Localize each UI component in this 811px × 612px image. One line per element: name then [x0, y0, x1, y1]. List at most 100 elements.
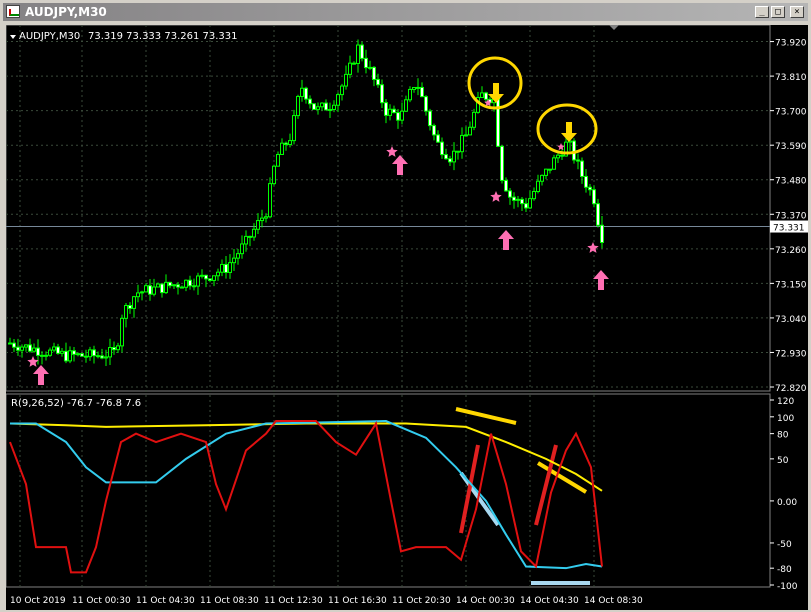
candle-body: [208, 278, 212, 281]
candle-body: [416, 86, 420, 89]
close-button[interactable]: ×: [790, 6, 804, 18]
candle-body: [36, 347, 40, 356]
slow-line: [9, 422, 603, 492]
candle-body: [528, 198, 532, 209]
chart-area[interactable]: 73.920 73.810 73.700 73.590 73.480 73.370 73.2…: [6, 25, 808, 610]
candle-body: [56, 346, 60, 354]
candle-body: [188, 279, 192, 287]
up-arrow-icon: [498, 230, 514, 250]
candle-body: [464, 134, 468, 137]
candle-body: [456, 150, 460, 153]
candle-body: [576, 159, 580, 162]
candle-body: [12, 342, 16, 348]
candle-body: [80, 353, 84, 357]
candle-body: [148, 285, 152, 295]
price-label: 73.700: [775, 108, 807, 118]
candle-body: [32, 347, 36, 352]
candle-body: [256, 220, 260, 230]
candle-body: [116, 345, 120, 351]
candle-body: [72, 350, 76, 355]
candle-body: [536, 180, 540, 193]
candle-body: [344, 73, 348, 87]
candle-body: [252, 228, 256, 238]
candle-body: [68, 350, 72, 362]
candle-body: [580, 160, 584, 177]
price-label: 72.930: [775, 349, 807, 359]
candle-body: [272, 165, 276, 185]
title-bar[interactable]: AUDJPY,M30 _ □ ×: [3, 3, 808, 21]
up-arrow-icon: [593, 270, 609, 290]
mid-line: [10, 420, 603, 570]
candle-body: [320, 102, 324, 108]
indicator-header: R(9,26,52) -76.7 -76.8 7.6: [11, 398, 141, 409]
candle-body: [92, 349, 96, 357]
osc-label: -80: [777, 565, 792, 575]
star-icon: [557, 143, 565, 151]
candle-body: [196, 275, 200, 287]
candle-body: [144, 285, 148, 293]
candle-body: [216, 271, 220, 277]
time-label: 14 Oct 00:30: [456, 596, 515, 606]
candle-body: [336, 94, 340, 106]
dropdown-triangle-icon[interactable]: [10, 35, 16, 39]
candle-body: [424, 96, 428, 112]
candle-body: [584, 175, 588, 188]
time-label: 11 Oct 08:30: [200, 596, 259, 606]
price-label: 73.590: [775, 142, 807, 152]
maximize-button[interactable]: □: [771, 6, 785, 18]
candle-body: [204, 274, 208, 280]
candle-body: [296, 95, 300, 117]
candle-body: [328, 108, 332, 111]
candle-body: [100, 355, 104, 359]
candle-body: [516, 198, 520, 201]
candle-body: [508, 190, 512, 198]
candle-body: [140, 291, 144, 294]
price-label: 73.150: [775, 280, 807, 290]
shift-marker-icon[interactable]: [609, 25, 619, 30]
candle-body: [388, 108, 392, 116]
candle-body: [156, 283, 160, 288]
candle-body: [284, 142, 288, 145]
price-label: 73.260: [775, 246, 807, 256]
candle-body: [540, 174, 544, 182]
candle-body: [244, 235, 248, 245]
candle-body: [96, 355, 100, 358]
candle-body: [368, 66, 372, 69]
candle-body: [436, 134, 440, 143]
annotation-line: [455, 407, 517, 425]
candle-body: [160, 283, 164, 294]
candle-body: [52, 346, 56, 351]
candle-body: [556, 154, 560, 159]
candle-body: [136, 292, 140, 298]
candle-body: [84, 355, 88, 358]
candle-body: [232, 257, 236, 264]
oscillator-lines: [9, 420, 603, 574]
up-arrow-icon: [392, 155, 408, 175]
chart-window: AUDJPY,M30 _ □ × 73.920 73.810 73.700 73.59…: [0, 0, 811, 612]
minimize-button[interactable]: _: [755, 6, 769, 18]
candle-body: [364, 57, 368, 69]
candle-body: [8, 342, 12, 345]
time-label: 11 Oct 04:30: [136, 596, 195, 606]
chart-canvas[interactable]: 73.920 73.810 73.700 73.590 73.480 73.370 73.2…: [6, 25, 808, 610]
candle-body: [404, 99, 408, 112]
candle-body: [380, 84, 384, 104]
candle-body: [20, 346, 24, 351]
candle-body: [360, 44, 364, 59]
candle-body: [108, 347, 112, 358]
candle-body: [124, 305, 128, 319]
time-label: 11 Oct 12:30: [264, 596, 323, 606]
down-arrow-icon: [561, 122, 577, 142]
candle-body: [420, 86, 424, 98]
candle-body: [64, 350, 68, 362]
price-label: 73.920: [775, 39, 807, 49]
price-label: 73.040: [775, 315, 807, 325]
candle-body: [532, 191, 536, 200]
candle-body: [224, 263, 228, 273]
osc-label: 50: [777, 456, 789, 466]
candle-body: [348, 62, 352, 75]
window-title: AUDJPY,M30: [25, 5, 107, 19]
fast-line: [9, 420, 603, 574]
candle-body: [544, 168, 548, 176]
candle-body: [588, 186, 592, 191]
